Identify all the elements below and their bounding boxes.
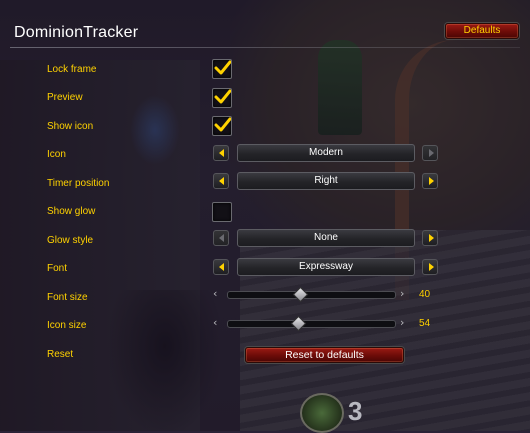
- preview-checkbox[interactable]: [212, 88, 232, 108]
- preview-label: Preview: [47, 92, 83, 103]
- timer-position-dropdown[interactable]: Right: [237, 172, 415, 190]
- chevron-left-icon: [219, 149, 224, 157]
- icon-size-value: 54: [419, 318, 431, 329]
- timer-position-label: Timer position: [47, 178, 110, 189]
- show-glow-label: Show glow: [47, 206, 96, 217]
- chevron-right-icon: [429, 234, 434, 242]
- font-size-increase-icon[interactable]: ›: [400, 287, 404, 300]
- font-size-value: 40: [419, 289, 431, 300]
- chevron-left-icon: [219, 177, 224, 185]
- glow-style-next-button[interactable]: [422, 230, 438, 246]
- chevron-left-icon: [219, 263, 224, 271]
- glow-style-label: Glow style: [47, 235, 94, 246]
- defaults-button[interactable]: Defaults: [445, 23, 519, 39]
- action-button-count: 3: [348, 396, 363, 426]
- reset-to-defaults-button[interactable]: Reset to defaults: [245, 347, 404, 363]
- show-icon-label: Show icon: [47, 121, 94, 132]
- chevron-left-icon: [219, 234, 224, 242]
- checkmark-icon: [214, 60, 231, 75]
- chevron-right-icon: [429, 149, 434, 157]
- chevron-right-icon: [429, 177, 434, 185]
- font-size-slider-thumb[interactable]: [292, 286, 309, 303]
- chevron-right-icon: [429, 263, 434, 271]
- title-divider: [10, 47, 520, 48]
- icon-size-increase-icon[interactable]: ›: [400, 316, 404, 329]
- icon-prev-button[interactable]: [213, 145, 229, 161]
- font-next-button[interactable]: [422, 259, 438, 275]
- icon-size-slider-thumb[interactable]: [290, 315, 307, 332]
- settings-panel: DominionTracker Defaults Lock frame Prev…: [0, 0, 530, 433]
- timer-position-next-button[interactable]: [422, 173, 438, 189]
- checkmark-icon: [214, 89, 231, 104]
- timer-position-prev-button[interactable]: [213, 173, 229, 189]
- addon-title: DominionTracker: [14, 24, 139, 41]
- icon-size-slider[interactable]: [227, 315, 396, 332]
- icon-next-button[interactable]: [422, 145, 438, 161]
- checkmark-icon: [214, 117, 231, 132]
- font-label: Font: [47, 263, 68, 274]
- lock-frame-label: Lock frame: [47, 64, 97, 75]
- font-size-label: Font size: [47, 292, 88, 303]
- glow-style-prev-button[interactable]: [213, 230, 229, 246]
- reset-label: Reset: [47, 349, 74, 360]
- action-button-icon[interactable]: [300, 393, 344, 433]
- show-icon-checkbox[interactable]: [212, 116, 232, 136]
- icon-label: Icon: [47, 149, 66, 160]
- icon-dropdown[interactable]: Modern: [237, 144, 415, 162]
- show-glow-checkbox[interactable]: [212, 202, 232, 222]
- icon-size-decrease-icon[interactable]: ‹: [213, 316, 217, 329]
- lock-frame-checkbox[interactable]: [212, 59, 232, 79]
- font-size-slider[interactable]: [227, 286, 396, 303]
- font-prev-button[interactable]: [213, 259, 229, 275]
- font-size-decrease-icon[interactable]: ‹: [213, 287, 217, 300]
- glow-style-dropdown[interactable]: None: [237, 229, 415, 247]
- font-dropdown[interactable]: Expressway: [237, 258, 415, 276]
- icon-size-label: Icon size: [47, 320, 87, 331]
